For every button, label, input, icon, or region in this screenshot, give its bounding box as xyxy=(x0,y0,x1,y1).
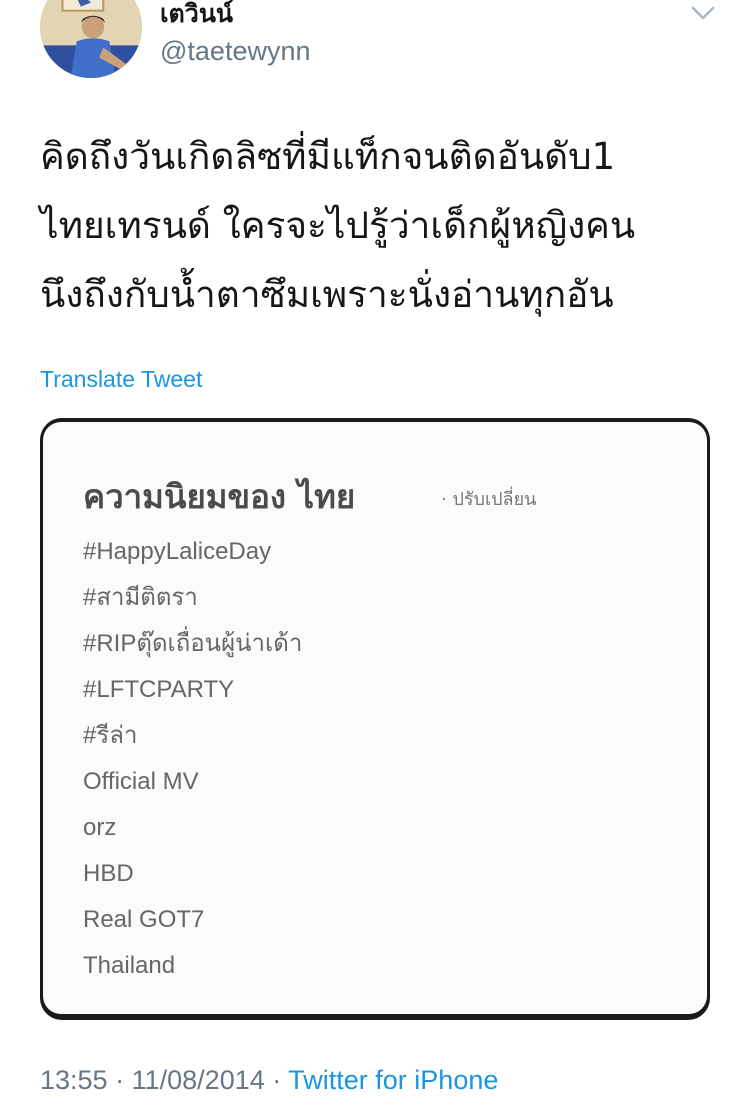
trend-item: HBD xyxy=(83,860,134,887)
tweet-text: คิดถึงวันเกิดลิซที่มีแท็กจนติดอันดับ1 ไท… xyxy=(40,122,730,329)
user-handle[interactable]: @taetewynn xyxy=(160,36,311,67)
meta-separator: · xyxy=(115,1065,125,1095)
tweet-source-link[interactable]: Twitter for iPhone xyxy=(288,1065,498,1095)
trend-item: #รีล่า xyxy=(83,722,138,749)
trend-item: Official MV xyxy=(83,768,199,795)
tweet-text-line: นึงถึงกับน้ำตาซึมเพราะนั่งอ่านทุกอัน xyxy=(40,273,614,316)
translate-tweet-link[interactable]: Translate Tweet xyxy=(40,366,202,393)
trend-item: Real GOT7 xyxy=(83,906,205,933)
trend-item: orz xyxy=(83,814,117,841)
trends-title: ความนิยมของ ไทย xyxy=(83,477,356,516)
tweet-media-image[interactable]: ความนิยมของ ไทย · ปรับเปลี่ยน #HappyLali… xyxy=(40,418,710,1020)
avatar-image xyxy=(40,0,142,78)
trend-item: #HappyLaliceDay xyxy=(83,538,272,565)
trends-list: #HappyLaliceDay #สามีติตรา #RIPตุ๊ดเถื่อ… xyxy=(83,529,302,989)
trends-change-label: · ปรับเปลี่ยน xyxy=(441,489,537,510)
tweet-time[interactable]: 13:55 xyxy=(40,1065,108,1095)
trends-screenshot: ความนิยมของ ไทย · ปรับเปลี่ยน #HappyLali… xyxy=(43,422,707,1014)
trend-item: Thailand xyxy=(83,952,176,979)
trend-item: #สามีติตรา xyxy=(83,584,198,611)
chevron-down-icon[interactable] xyxy=(690,4,716,22)
trend-item: #LFTCPARTY xyxy=(83,676,235,703)
tweet-text-line: คิดถึงวันเกิดลิซที่มีแท็กจนติดอันดับ1 xyxy=(40,135,616,178)
avatar[interactable] xyxy=(40,0,142,78)
tweet-meta: 13:55 · 11/08/2014 · Twitter for iPhone xyxy=(40,1065,498,1096)
tweet-date[interactable]: 11/08/2014 xyxy=(132,1065,265,1095)
tweet-text-line: ไทยเทรนด์ ใครจะไปรู้ว่าเด็กผู้หญิงคน xyxy=(40,204,636,247)
meta-separator: · xyxy=(272,1065,282,1095)
trend-item: #RIPตุ๊ดเถื่อนผู้น่าเด้า xyxy=(83,630,303,657)
display-name[interactable]: เตวินน์ xyxy=(160,0,233,34)
